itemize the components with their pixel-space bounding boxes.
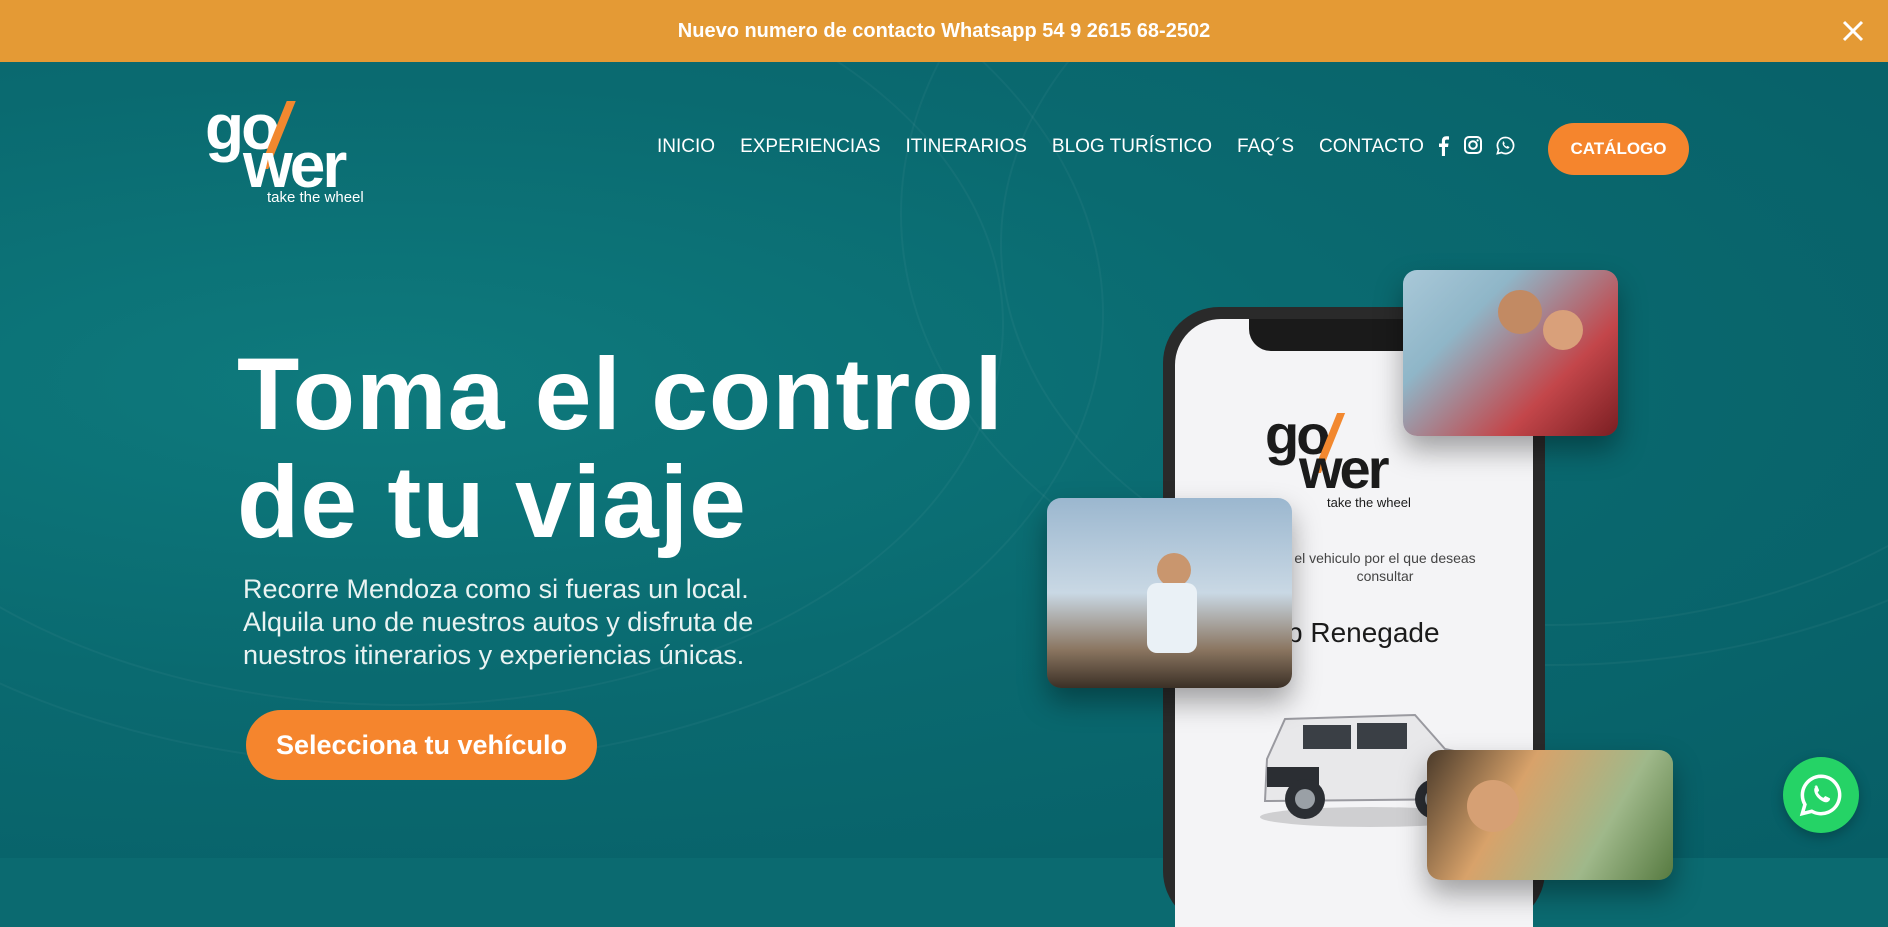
catalog-button[interactable]: CATÁLOGO (1548, 123, 1689, 175)
whatsapp-icon (1799, 774, 1842, 817)
announcement-bar: Nuevo numero de contacto Whatsapp 54 9 2… (0, 0, 1888, 62)
nav-item-itinerarios[interactable]: ITINERARIOS (906, 136, 1027, 158)
main-nav: INICIO EXPERIENCIAS ITINERARIOS BLOG TUR… (657, 136, 1449, 158)
phone-prompt-line2: consultar (1356, 568, 1414, 584)
hero-subtitle: Recorre Mendoza como si fueras un local.… (243, 573, 753, 672)
person-head (1498, 290, 1542, 334)
whatsapp-icon[interactable] (1496, 136, 1515, 155)
hero-subtitle-line3: nuestros itinerarios y experiencias únic… (243, 640, 745, 670)
woman-arms-up-photo (1047, 498, 1292, 688)
logo-tagline: take the wheel (267, 189, 364, 206)
phone-logo-tagline: take the wheel (1327, 495, 1411, 510)
facebook-icon[interactable] (1436, 136, 1450, 156)
nav-item-faqs[interactable]: FAQ´S (1237, 136, 1294, 158)
site-logo[interactable]: go wer take the wheel (205, 95, 385, 206)
social-links (1436, 136, 1515, 156)
woman-driving-photo (1427, 750, 1673, 880)
phone-prompt-line1: el vehiculo por el que deseas (1294, 550, 1476, 566)
phone-vehicle-model: p Renegade (1287, 617, 1440, 648)
person-head (1467, 780, 1519, 832)
hero-subtitle-line2: Alquila uno de nuestros autos y disfruta… (243, 607, 754, 637)
whatsapp-float-button[interactable] (1783, 757, 1859, 833)
couple-driving-photo (1403, 270, 1618, 436)
instagram-icon[interactable] (1464, 136, 1482, 154)
logo-word-wer: wer (243, 129, 347, 201)
person-head (1543, 310, 1583, 350)
nav-item-blog[interactable]: BLOG TURÍSTICO (1052, 136, 1212, 158)
person-head (1157, 553, 1191, 587)
hero-title: Toma el control de tu viaje (237, 340, 1004, 556)
phone-logo-word-wer: wer (1299, 437, 1389, 500)
announcement-text: Nuevo numero de contacto Whatsapp 54 9 2… (677, 19, 1211, 42)
phone-prompt: el vehiculo por el que deseas consultar (1285, 549, 1485, 585)
hero-title-line1: Toma el control (237, 337, 1004, 451)
nav-item-contacto[interactable]: CONTACTO (1319, 136, 1424, 158)
close-icon[interactable] (1836, 14, 1870, 48)
select-vehicle-button[interactable]: Selecciona tu vehículo (246, 710, 597, 780)
nav-item-experiencias[interactable]: EXPERIENCIAS (740, 136, 880, 158)
nav-item-inicio[interactable]: INICIO (657, 136, 715, 158)
hero-subtitle-line1: Recorre Mendoza como si fueras un local. (243, 574, 749, 604)
hero-title-line2: de tu viaje (237, 445, 747, 559)
person-body (1147, 583, 1197, 653)
